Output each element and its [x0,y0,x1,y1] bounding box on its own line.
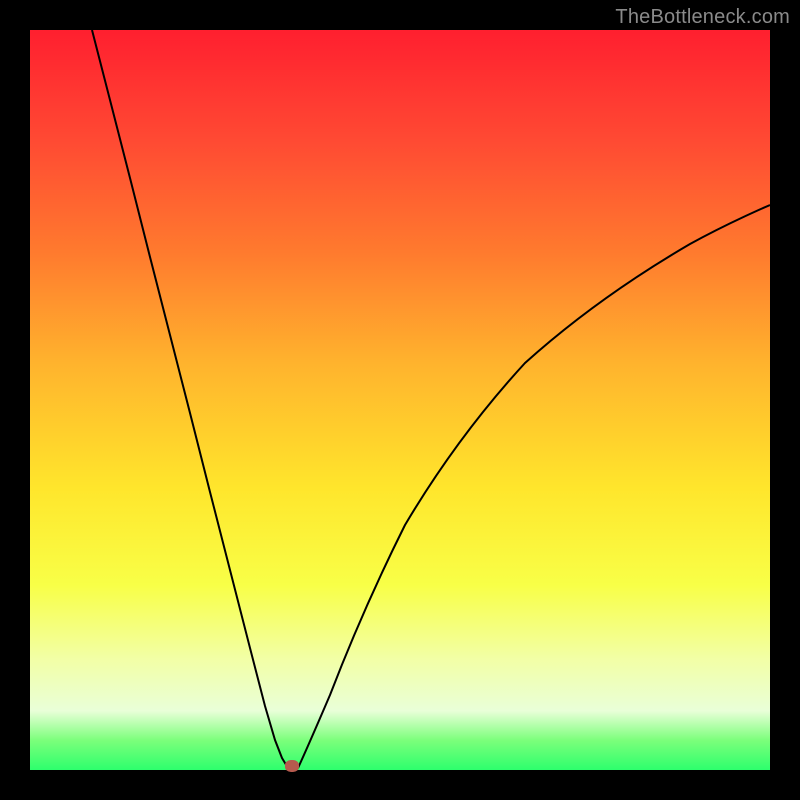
optimal-point-marker [285,760,299,772]
plot-area [30,30,770,770]
bottleneck-curve [30,30,770,770]
chart-frame: TheBottleneck.com [0,0,800,800]
curve-right-branch [298,205,770,768]
curve-left-branch [92,30,288,768]
watermark-text: TheBottleneck.com [615,6,790,29]
